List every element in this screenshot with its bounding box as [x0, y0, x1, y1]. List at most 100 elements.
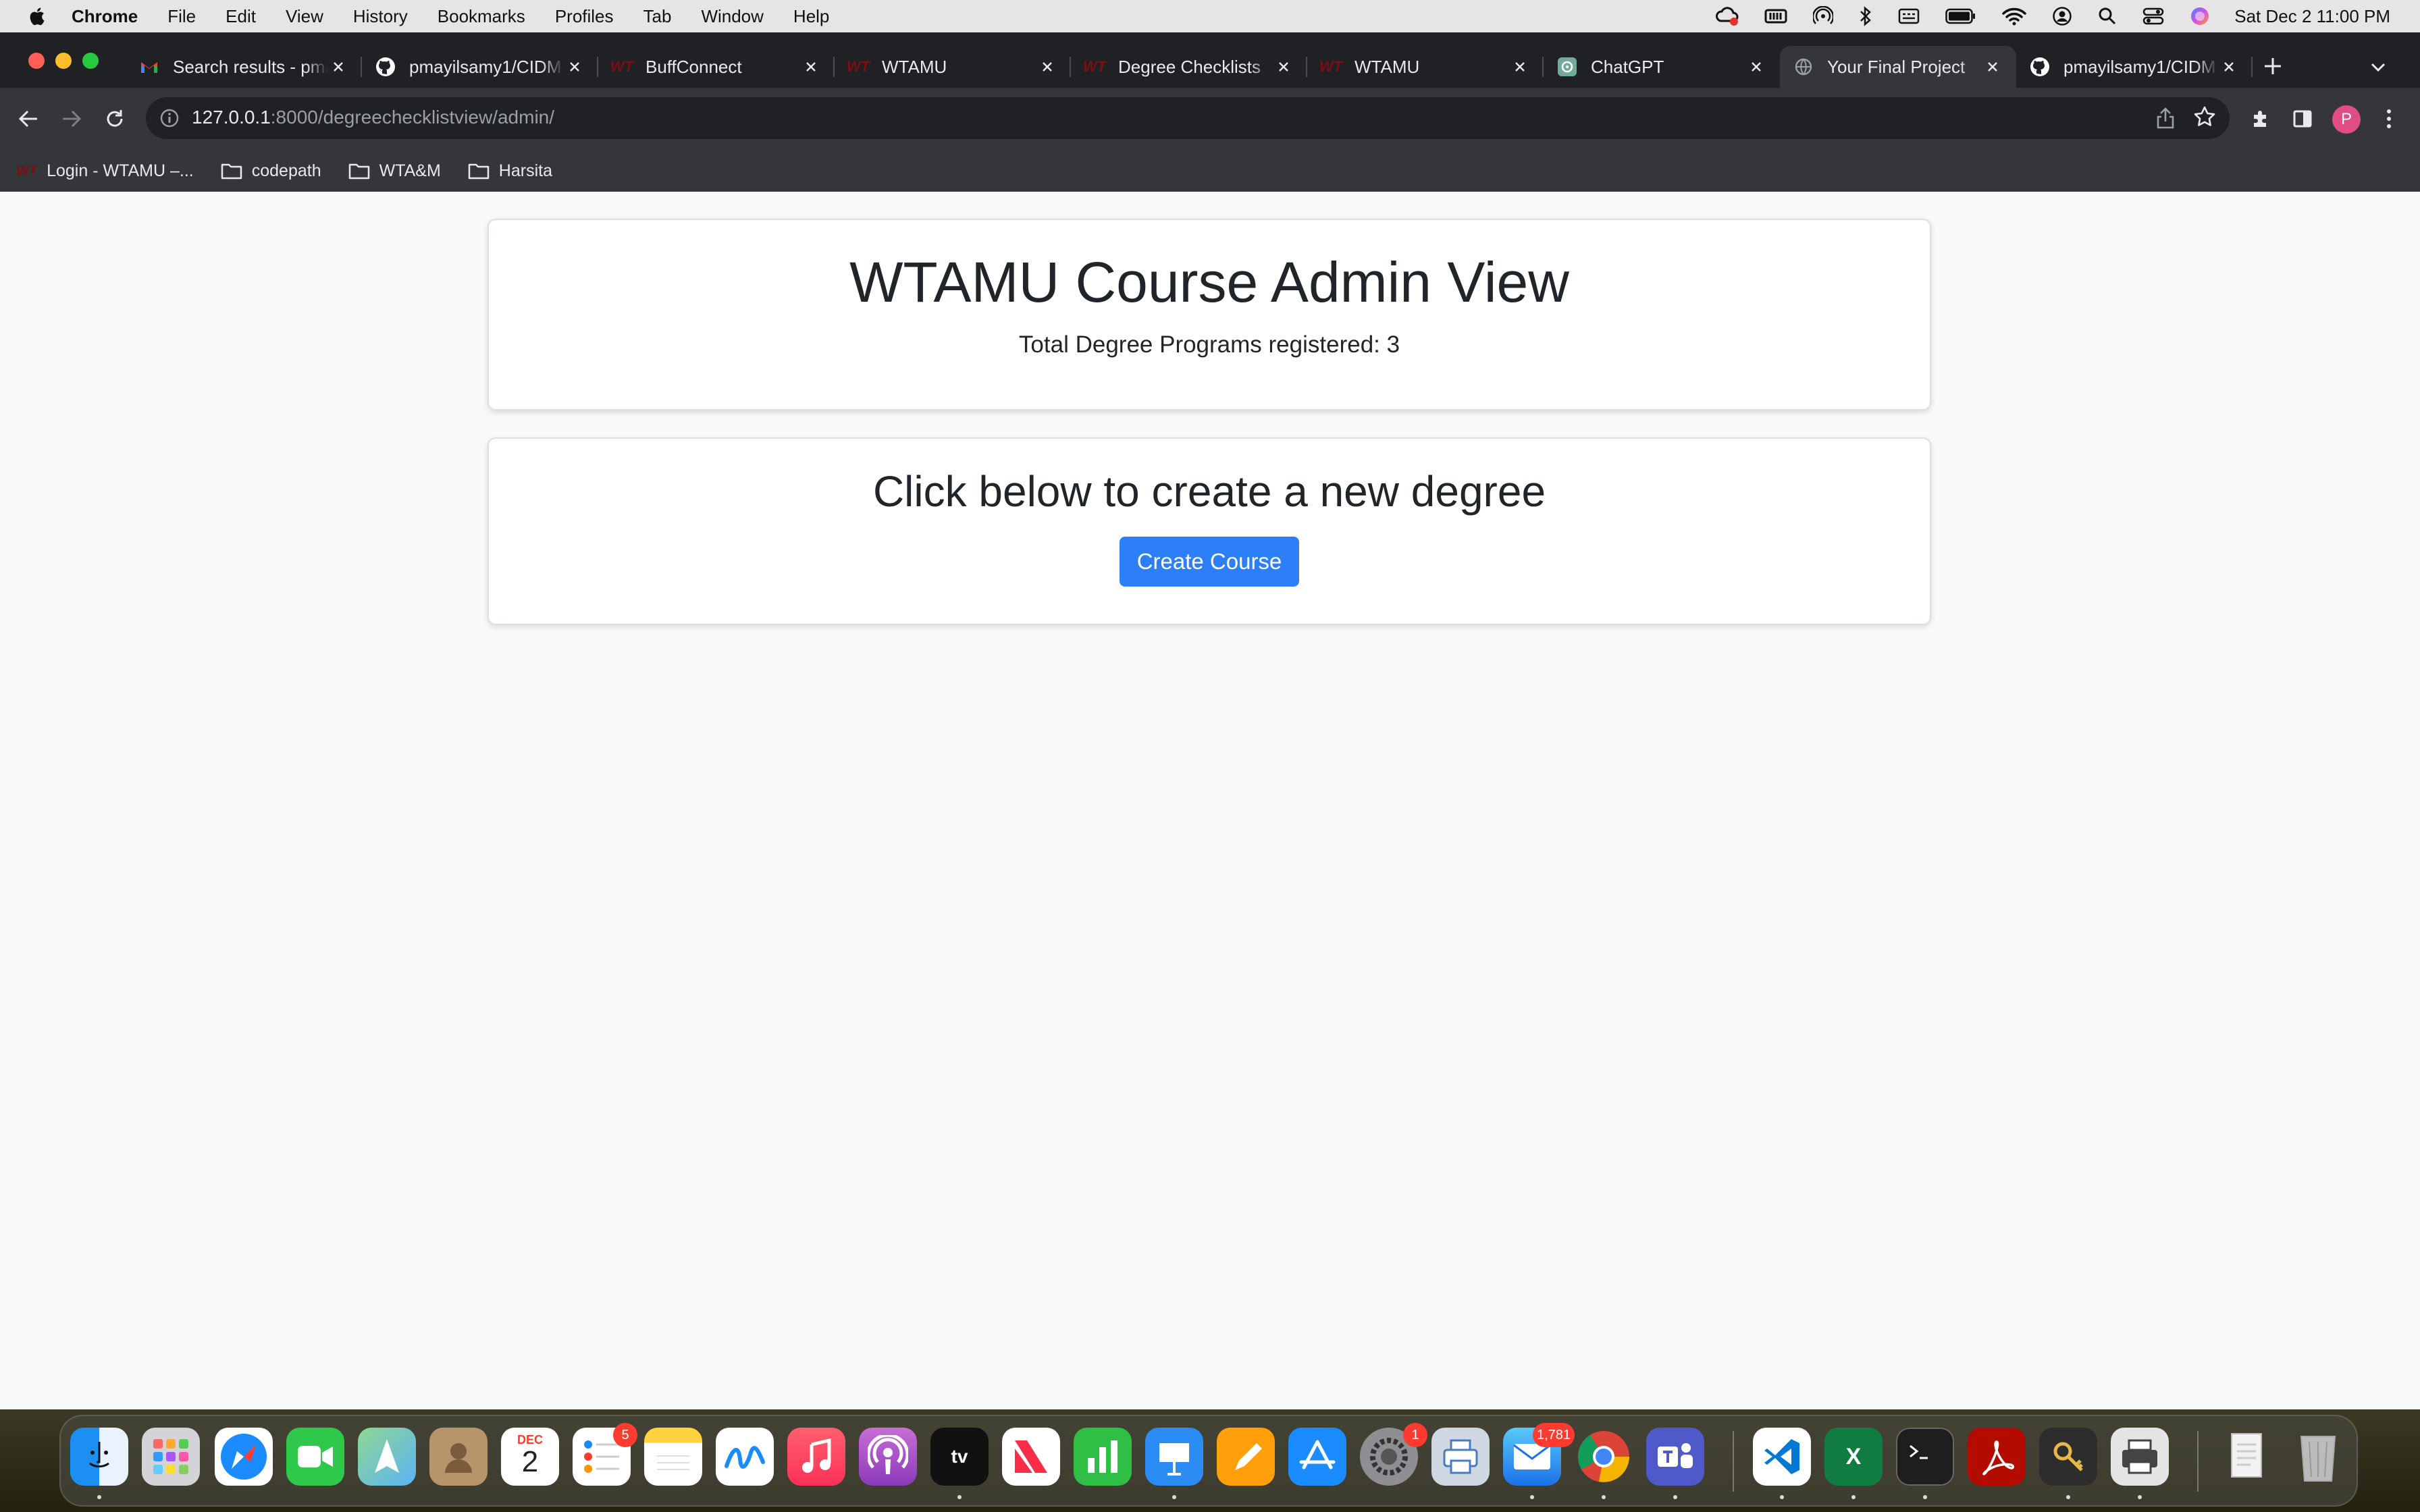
- close-tab-icon[interactable]: [327, 55, 350, 78]
- menu-help[interactable]: Help: [793, 6, 829, 27]
- printer-queue-icon[interactable]: [2111, 1428, 2169, 1486]
- share-icon[interactable]: [2155, 107, 2176, 130]
- browser-tab[interactable]: WT WTAMU: [1307, 46, 1544, 88]
- siri-icon[interactable]: [2190, 6, 2210, 26]
- browser-tab[interactable]: pmayilsamy1/CIDM: [2016, 46, 2253, 88]
- user-account-icon[interactable]: [2052, 6, 2072, 26]
- browser-tab[interactable]: pmayilsamy1/CIDM: [362, 46, 598, 88]
- close-tab-icon[interactable]: [799, 55, 822, 78]
- side-panel-icon[interactable]: [2286, 103, 2319, 135]
- creative-cloud-status-icon[interactable]: [1716, 6, 1739, 26]
- bookmark-star-icon[interactable]: [2193, 105, 2216, 128]
- reload-icon[interactable]: [99, 103, 131, 135]
- address-bar-url[interactable]: 127.0.0.1:8000/degreechecklistview/admin…: [192, 107, 554, 128]
- menu-bookmarks[interactable]: Bookmarks: [438, 6, 525, 27]
- menu-tab[interactable]: Tab: [643, 6, 672, 27]
- menu-edit[interactable]: Edit: [226, 6, 256, 27]
- tab-search-chevron-icon[interactable]: [2363, 53, 2393, 82]
- facetime-icon[interactable]: [286, 1428, 344, 1486]
- close-tab-icon[interactable]: [1745, 55, 1768, 78]
- keychain-access-icon[interactable]: [2039, 1428, 2097, 1486]
- notes-icon[interactable]: [644, 1428, 702, 1486]
- maps-icon[interactable]: [358, 1428, 416, 1486]
- bookmarks-bar: WT Login - WTAMU –... codepath WTA&M Har…: [0, 150, 2420, 192]
- dock-separator: [1733, 1431, 1734, 1492]
- music-icon[interactable]: [787, 1428, 845, 1486]
- browser-tab[interactable]: WT WTAMU: [835, 46, 1071, 88]
- safari-icon[interactable]: [215, 1428, 273, 1486]
- chrome-menu-kebab-icon[interactable]: [2373, 103, 2405, 135]
- close-tab-icon[interactable]: [1981, 55, 2004, 78]
- forward-arrow-icon[interactable]: [55, 103, 88, 135]
- running-indicator: [1923, 1495, 1927, 1499]
- bookmark-folder[interactable]: WTA&M: [348, 161, 441, 181]
- menu-window[interactable]: Window: [701, 6, 763, 27]
- calendar-icon[interactable]: DEC 2: [501, 1428, 559, 1486]
- podcasts-icon[interactable]: [859, 1428, 917, 1486]
- numbers-icon[interactable]: [1074, 1428, 1132, 1486]
- chrome-app-icon[interactable]: [1575, 1428, 1633, 1486]
- apple-tv-icon[interactable]: tv: [930, 1428, 989, 1486]
- finder-icon[interactable]: [70, 1428, 128, 1486]
- close-tab-icon[interactable]: [563, 55, 586, 78]
- bluetooth-icon[interactable]: [1859, 6, 1872, 26]
- new-tab-plus-icon[interactable]: [2258, 51, 2288, 81]
- menu-view[interactable]: View: [286, 6, 323, 27]
- battery-icon[interactable]: [1945, 8, 1976, 24]
- close-tab-icon[interactable]: [1036, 55, 1059, 78]
- trash-icon[interactable]: [2289, 1428, 2347, 1486]
- keynote-icon[interactable]: [1145, 1428, 1203, 1486]
- downloads-stack-icon[interactable]: [2217, 1428, 2276, 1486]
- bookmark-folder[interactable]: Harsita: [468, 161, 552, 181]
- browser-tab[interactable]: ChatGPT: [1544, 46, 1780, 88]
- back-arrow-icon[interactable]: [12, 103, 45, 135]
- memory-status-icon[interactable]: [1764, 7, 1787, 25]
- vscode-icon[interactable]: [1753, 1428, 1811, 1486]
- reminders-badge: 5: [613, 1423, 637, 1447]
- app-store-icon[interactable]: [1288, 1428, 1346, 1486]
- browser-tab[interactable]: Search results - pmayilsamy1: [126, 46, 362, 88]
- close-tab-icon[interactable]: [1272, 55, 1295, 78]
- excel-icon[interactable]: X: [1824, 1428, 1883, 1486]
- close-tab-icon[interactable]: [2217, 55, 2240, 78]
- menu-profiles[interactable]: Profiles: [555, 6, 614, 27]
- profile-avatar[interactable]: P: [2332, 105, 2361, 134]
- site-info-icon[interactable]: [158, 107, 181, 130]
- zoom-window-button[interactable]: [82, 53, 99, 69]
- keyboard-status-icon[interactable]: [1898, 7, 1920, 25]
- spotlight-search-icon[interactable]: [2098, 7, 2117, 26]
- freeform-icon[interactable]: [716, 1428, 774, 1486]
- create-course-button[interactable]: Create Course: [1119, 536, 1300, 587]
- browser-tab-active[interactable]: Your Final Project: [1780, 46, 2016, 88]
- contacts-icon[interactable]: [429, 1428, 488, 1486]
- terminal-icon[interactable]: [1896, 1428, 1954, 1486]
- bookmark-folder[interactable]: codepath: [221, 161, 321, 181]
- running-indicator: [97, 1495, 101, 1499]
- apple-menu-icon[interactable]: [27, 6, 46, 26]
- tab-title: Search results - pmayilsamy1: [173, 56, 328, 77]
- airdrop-status-icon[interactable]: [1813, 6, 1834, 26]
- gmail-icon: [139, 57, 159, 77]
- teams-icon[interactable]: [1646, 1428, 1704, 1486]
- close-window-button[interactable]: [28, 53, 45, 69]
- bookmark-item[interactable]: WT Login - WTAMU –...: [16, 161, 194, 181]
- menu-file[interactable]: File: [167, 6, 196, 27]
- news-icon[interactable]: [1002, 1428, 1060, 1486]
- minimize-window-button[interactable]: [55, 53, 72, 69]
- browser-tab[interactable]: WT Degree Checklists: [1071, 46, 1307, 88]
- control-center-icon[interactable]: [2142, 7, 2164, 26]
- wifi-icon[interactable]: [2002, 7, 2026, 26]
- print-center-icon[interactable]: [1431, 1428, 1490, 1486]
- address-bar[interactable]: 127.0.0.1:8000/degreechecklistview/admin…: [146, 97, 2230, 139]
- extensions-puzzle-icon[interactable]: [2244, 103, 2277, 135]
- tab-title: pmayilsamy1/CIDM: [409, 56, 562, 77]
- menu-history[interactable]: History: [353, 6, 408, 27]
- acrobat-icon[interactable]: [1968, 1428, 2026, 1486]
- bookmark-label: codepath: [251, 161, 321, 180]
- pages-icon[interactable]: [1217, 1428, 1275, 1486]
- launchpad-icon[interactable]: [142, 1428, 200, 1486]
- menu-app-name[interactable]: Chrome: [72, 6, 138, 27]
- menu-bar-clock[interactable]: Sat Dec 2 11:00 PM: [2234, 6, 2390, 27]
- close-tab-icon[interactable]: [1508, 55, 1531, 78]
- browser-tab[interactable]: WT BuffConnect: [598, 46, 835, 88]
